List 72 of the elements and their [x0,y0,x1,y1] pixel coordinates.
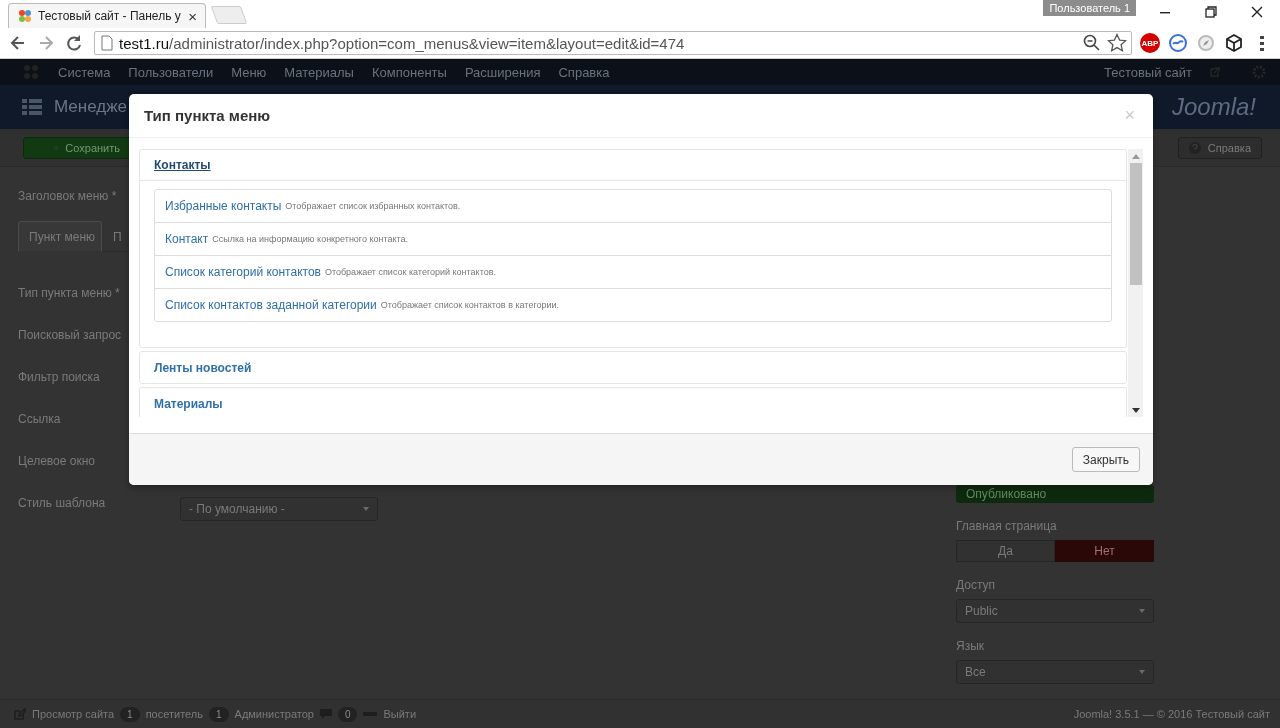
field-label: Заголовок меню * [18,189,117,203]
accordion-title[interactable]: Ленты новостей [154,360,252,375]
zoom-icon[interactable] [1083,34,1101,52]
logout-link[interactable]: Выйти [383,708,417,720]
page-icon [101,35,113,51]
close-button[interactable]: Закрыть [1071,447,1140,472]
star-icon[interactable] [1107,33,1127,53]
nav-menu-item[interactable]: Материалы [284,64,354,80]
dropdown-select[interactable]: Все [956,660,1154,684]
field-label: Доступ [956,578,997,592]
field-label: Целевое окно [18,454,96,468]
nav-menu-item[interactable]: Меню [231,64,267,80]
sync-icon[interactable] [1168,33,1188,53]
page-title: Менедже [54,97,128,117]
dropdown-select[interactable]: Public [956,599,1154,623]
field-label: Фильтр поиска [18,370,101,384]
menu-type-link[interactable]: Список контактов заданной категории [165,298,377,312]
nav-menu-item[interactable]: Пользователи [128,64,214,80]
accordion-title[interactable]: Контакты [154,158,211,172]
save-button[interactable]: Сохранить [23,136,131,159]
nav-menu-item[interactable]: Компоненты [371,64,447,80]
help-icon [1188,141,1201,154]
template-style-select[interactable]: - По умолчанию - [180,497,378,521]
nav-menu-item[interactable]: Система [58,64,111,80]
nav-menu-item[interactable]: Расширения [464,64,541,80]
view-site-link[interactable]: Просмотр сайта [32,708,115,720]
field-label: Тип пункта меню * [18,286,121,300]
field-label: Стиль шаблона [18,496,107,510]
form-tab[interactable]: Пункт меню [18,221,103,252]
menu-type-link[interactable]: Избранные контакты [165,199,282,213]
menu-type-description: Отображает список категорий контактов. [324,267,496,277]
menu-type-link[interactable]: Список категорий контактов [165,265,321,279]
scrollbar[interactable] [1128,149,1143,417]
browser-tab[interactable]: Тестовый сайт - Панель у × [8,3,206,28]
nav-menu-item[interactable]: Справка [558,64,610,80]
field-label: Ссылка [18,412,62,426]
toggle-option[interactable]: Да [956,540,1055,562]
menu-type-description: Ссылка на информацию конкретного контакта. [212,234,409,244]
reload-icon[interactable] [64,33,84,53]
menu-type-link[interactable]: Контакт [165,232,209,246]
scroll-down-icon[interactable] [1131,408,1140,413]
status-button[interactable]: Опубликовано [956,485,1154,503]
external-link-icon [1210,67,1220,77]
joomla-logo: Joomla! [1171,93,1256,121]
footer-text: посетитель [145,708,203,720]
help-button[interactable]: Справка [1177,136,1262,159]
toggle-option[interactable]: Нет [1055,540,1154,562]
address-field[interactable]: test1.ru/administrator/index.php?option=com_menus&view=item&layout=edit&id=474 [94,31,1132,55]
footer-text: Администратор [234,708,314,720]
field-label: Главная страница [956,519,1058,533]
field-label: Язык [956,639,986,653]
accordion-title[interactable]: Материалы [154,396,223,411]
count-badge: 0 [337,706,358,722]
count-badge: 1 [120,706,140,722]
modal-title: Тип пункта меню [144,107,271,124]
cube-icon[interactable] [1224,33,1244,53]
count-badge: 1 [209,706,229,722]
joomla-icon [17,8,33,24]
tab-title: Тестовый сайт - Панель у [38,9,182,23]
profile-badge[interactable]: Пользователь 1 [1043,0,1136,16]
menu-type-description: Отображает список контактов в категории. [380,300,560,310]
scrollbar-thumb[interactable] [1129,163,1142,285]
url-text: test1.ru/administrator/index.php?option=com_menus&view=item&layout=edit&id=474 [119,34,685,52]
site-link[interactable]: Тестовый сайт [1103,64,1192,80]
form-tab[interactable]: П [102,221,129,252]
adblock-badge[interactable]: ABP [1140,33,1160,53]
field-label: Поисковый запрос [18,328,123,342]
copyright-text: Joomla! 3.5.1 — © 2016 Тестовый сайт [1073,708,1270,720]
menu-type-description: Отображает список избранных контактов. [285,201,461,211]
scroll-up-icon[interactable] [1131,154,1140,159]
list-icon [22,98,42,116]
close-icon[interactable]: × [188,7,197,25]
